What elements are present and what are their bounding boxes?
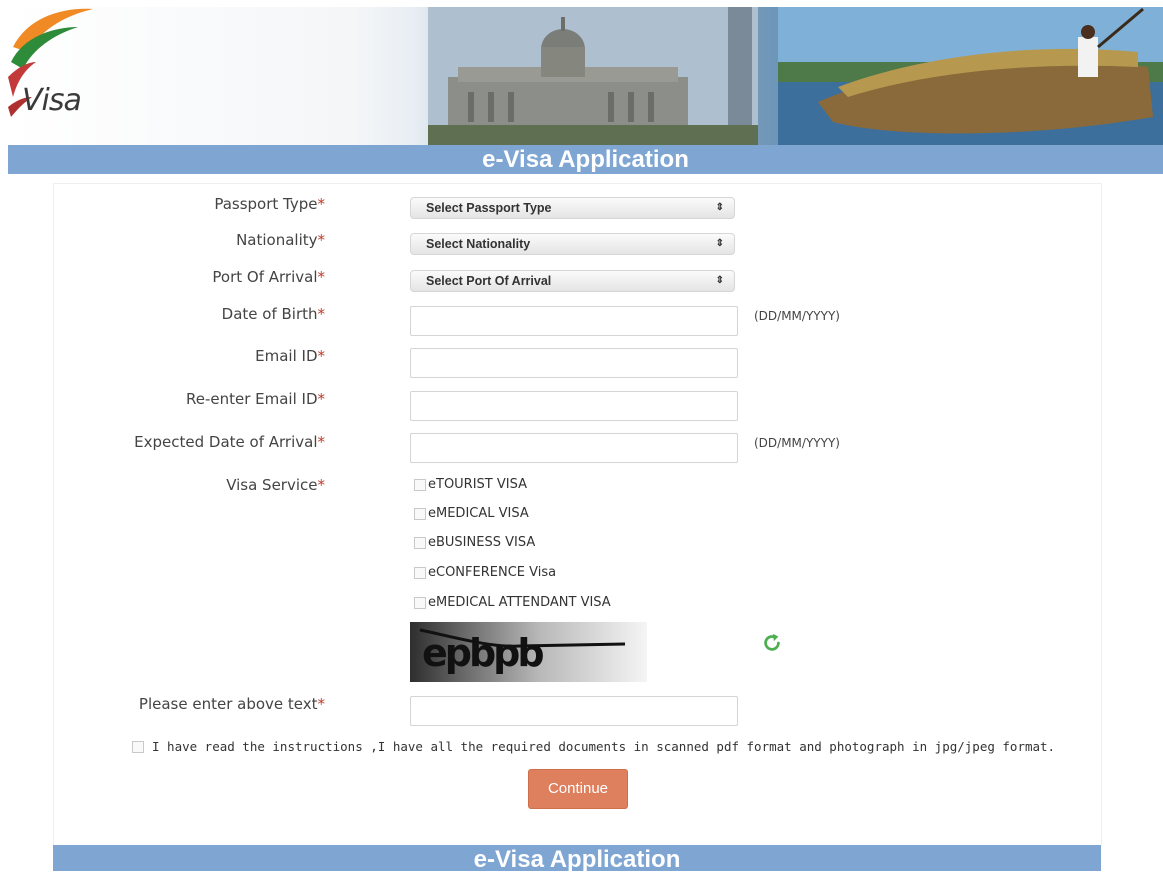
captcha-image: epbpb	[410, 622, 647, 682]
refresh-icon[interactable]	[761, 632, 783, 654]
visa-option-etourist[interactable]: eTOURIST VISA	[414, 477, 527, 492]
select-arrow-icon: ⇕	[715, 202, 724, 213]
expected-arrival-label: Expected Date of Arrival*	[134, 433, 325, 451]
visa-option-emedical[interactable]: eMEDICAL VISA	[414, 506, 529, 521]
captcha-input[interactable]	[410, 696, 738, 726]
reenter-email-input[interactable]	[410, 391, 738, 421]
application-form: Passport Type* Select Passport Type ⇕ Nat…	[53, 183, 1102, 845]
date-of-birth-input[interactable]	[410, 306, 738, 336]
select-arrow-icon: ⇕	[715, 238, 724, 249]
passport-type-label: Passport Type*	[214, 195, 325, 213]
checkbox[interactable]	[414, 478, 426, 491]
footer-title: e-Visa Application	[53, 845, 1101, 873]
nationality-label: Nationality*	[236, 231, 325, 249]
date-format-hint: (DD/MM/YYYY)	[754, 436, 840, 450]
checkbox[interactable]	[414, 507, 426, 520]
header-banner: Visa	[8, 7, 1163, 145]
visa-option-emedical-attendant[interactable]: eMEDICAL ATTENDANT VISA	[414, 595, 611, 610]
date-of-birth-label: Date of Birth*	[221, 305, 325, 323]
expected-arrival-input[interactable]	[410, 433, 738, 463]
port-of-arrival-select[interactable]: Select Port Of Arrival ⇕	[410, 270, 735, 292]
continue-button[interactable]: Continue	[528, 769, 628, 809]
logo-text: Visa	[22, 83, 82, 118]
captcha-label: Please enter above text*	[138, 695, 325, 713]
visa-service-label: Visa Service*	[226, 476, 325, 494]
date-format-hint: (DD/MM/YYYY)	[754, 309, 840, 323]
checkbox[interactable]	[414, 566, 426, 579]
agreement-text: I have read the instructions ,I have all…	[152, 739, 1056, 754]
captcha-text: epbpb	[422, 631, 543, 675]
email-input[interactable]	[410, 348, 738, 378]
visa-option-econference[interactable]: eCONFERENCE Visa	[414, 565, 556, 580]
port-of-arrival-label: Port Of Arrival*	[212, 268, 325, 286]
page-title: e-Visa Application	[8, 145, 1163, 174]
reenter-email-label: Re-enter Email ID*	[185, 390, 325, 408]
passport-type-select[interactable]: Select Passport Type ⇕	[410, 197, 735, 219]
agreement-row[interactable]: I have read the instructions ,I have all…	[132, 739, 1055, 754]
nationality-select[interactable]: Select Nationality ⇕	[410, 233, 735, 255]
select-arrow-icon: ⇕	[715, 275, 724, 286]
agreement-checkbox[interactable]	[132, 740, 144, 753]
checkbox[interactable]	[414, 536, 426, 549]
checkbox[interactable]	[414, 596, 426, 609]
parliament-building-photo	[428, 7, 758, 145]
houseboat-photo	[778, 7, 1163, 145]
visa-option-ebusiness[interactable]: eBUSINESS VISA	[414, 535, 535, 550]
email-label: Email ID*	[255, 347, 325, 365]
